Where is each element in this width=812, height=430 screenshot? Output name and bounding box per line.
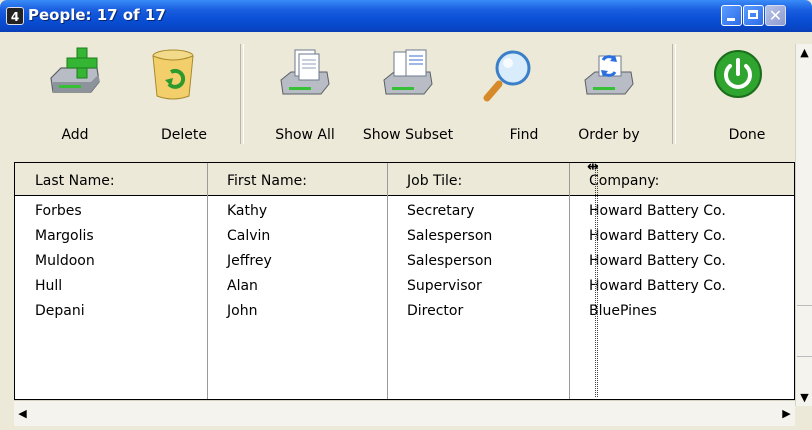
done-button[interactable]: Done — [688, 32, 788, 150]
cell-last-name[interactable]: Margolis — [15, 224, 94, 249]
done-label: Done — [728, 127, 766, 143]
power-icon — [714, 50, 762, 98]
minimize-icon — [727, 18, 735, 21]
find-label: Find — [509, 127, 539, 143]
cell-job-title[interactable]: Secretary — [387, 199, 474, 224]
show-all-button[interactable]: Show All — [260, 32, 350, 150]
toolbar-separator — [672, 44, 676, 144]
show-subset-button[interactable]: Show Subset — [360, 32, 456, 150]
horizontal-scrollbar[interactable]: ◀ ▶ — [14, 400, 795, 426]
scroll-thumb[interactable] — [797, 305, 812, 357]
drive-plus-icon — [50, 47, 100, 93]
vertical-scrollbar[interactable]: ▲ ▼ — [795, 44, 812, 406]
cell-last-name[interactable]: Depani — [15, 299, 85, 324]
people-list[interactable]: Last Name: First Name: Job Tile: Company… — [14, 159, 795, 400]
cell-first-name[interactable]: Alan — [207, 274, 258, 299]
maximize-icon — [748, 10, 758, 19]
cell-job-title[interactable]: Salesperson — [387, 249, 492, 274]
cell-first-name[interactable]: John — [207, 299, 257, 324]
cell-first-name[interactable]: Kathy — [207, 199, 267, 224]
cell-job-title[interactable]: Salesperson — [387, 224, 492, 249]
drive-documents-icon — [280, 49, 330, 95]
find-button[interactable]: Find — [464, 32, 554, 150]
toolbar: Add Delete Show All Show Subset Find Ord… — [0, 32, 795, 160]
show-subset-label: Show Subset — [362, 127, 454, 143]
cell-last-name[interactable]: Muldoon — [15, 249, 95, 274]
order-by-label: Order by — [578, 127, 640, 143]
cell-first-name[interactable]: Jeffrey — [207, 249, 272, 274]
drive-sort-icon — [584, 55, 634, 95]
cell-job-title[interactable]: Director — [387, 299, 463, 324]
close-button[interactable]: ✕ — [765, 5, 786, 26]
column-resize-guide — [595, 165, 598, 397]
add-label: Add — [61, 127, 89, 143]
cell-company[interactable]: Howard Battery Co. — [569, 224, 726, 249]
column-header-job-title[interactable]: Job Tile: — [387, 163, 569, 195]
delete-label: Delete — [161, 127, 207, 143]
column-header-first-name[interactable]: First Name: — [207, 163, 387, 195]
title-bar[interactable]: 4 People: 17 of 17 ✕ — [0, 0, 812, 32]
cell-company[interactable]: Howard Battery Co. — [569, 199, 726, 224]
cell-company[interactable]: Howard Battery Co. — [569, 249, 726, 274]
scroll-down-arrow-icon[interactable]: ▼ — [796, 389, 812, 406]
scroll-right-arrow-icon[interactable]: ▶ — [778, 405, 795, 422]
list-header: Last Name: First Name: Job Tile: Company… — [15, 163, 794, 196]
scroll-up-arrow-icon[interactable]: ▲ — [796, 44, 812, 61]
cell-job-title[interactable]: Supervisor — [387, 274, 482, 299]
column-header-company[interactable]: Company: — [569, 163, 794, 195]
delete-button[interactable]: Delete — [128, 32, 218, 150]
magnifier-icon — [483, 50, 531, 102]
cell-first-name[interactable]: Calvin — [207, 224, 270, 249]
window-title: People: 17 of 17 — [28, 6, 166, 24]
cell-last-name[interactable]: Hull — [15, 274, 62, 299]
add-button[interactable]: Add — [30, 32, 120, 150]
toolbar-separator — [240, 44, 244, 144]
people-window: 4 People: 17 of 17 ✕ Add Delete Show All… — [0, 0, 812, 430]
column-header-last-name[interactable]: Last Name: — [15, 163, 207, 195]
drive-documents-subset-icon — [383, 49, 433, 95]
app-icon[interactable]: 4 — [6, 7, 24, 25]
cell-company[interactable]: Howard Battery Co. — [569, 274, 726, 299]
cell-company[interactable]: BluePines — [569, 299, 657, 324]
cell-last-name[interactable]: Forbes — [15, 199, 82, 224]
close-icon: ✕ — [768, 6, 783, 25]
show-all-label: Show All — [275, 127, 335, 143]
maximize-button[interactable] — [743, 5, 764, 26]
resize-cursor-icon: ⇹ — [587, 159, 599, 175]
order-by-button[interactable]: Order by — [564, 32, 654, 150]
scroll-left-arrow-icon[interactable]: ◀ — [14, 405, 31, 422]
resize-grip-icon[interactable] — [795, 406, 812, 430]
recycle-bin-icon — [152, 49, 194, 100]
minimize-button[interactable] — [721, 5, 742, 26]
